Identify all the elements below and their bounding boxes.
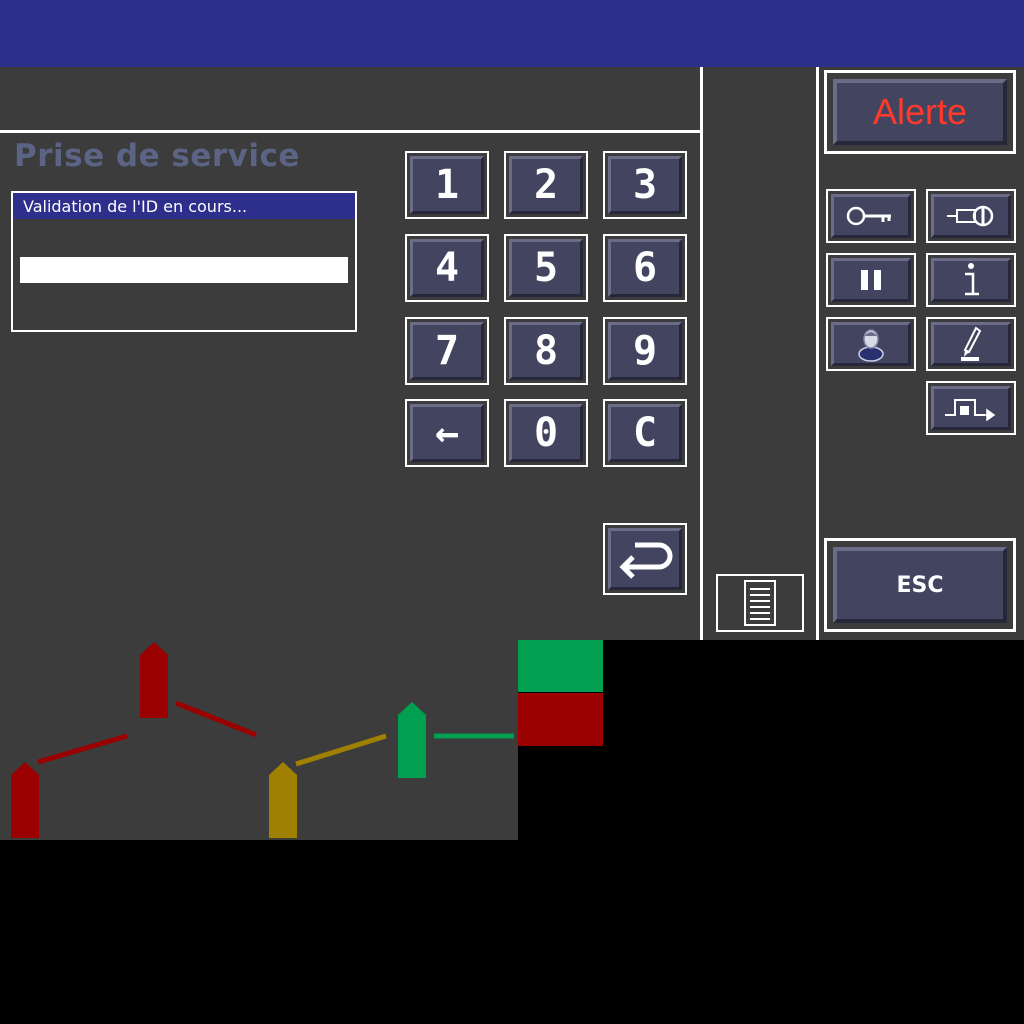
- signal-marker-green: [398, 702, 426, 778]
- operator-button[interactable]: [826, 317, 916, 371]
- info-button[interactable]: [926, 253, 1016, 307]
- alert-label: Alerte: [872, 91, 968, 132]
- esc-label: ESC: [896, 572, 944, 598]
- signal-button[interactable]: [926, 381, 1016, 435]
- signal-pulse-icon: [945, 399, 996, 421]
- arrow-left-icon: ←: [410, 404, 484, 462]
- key-5[interactable]: 5: [504, 234, 588, 302]
- document-icon: [744, 580, 776, 626]
- pen-icon: [961, 326, 982, 361]
- pause-button[interactable]: [826, 253, 916, 307]
- status-block-green: [518, 640, 603, 692]
- return-arrow-icon: [619, 542, 673, 579]
- track-segment-red-1: [37, 733, 128, 765]
- key-icon: [846, 206, 891, 226]
- status-message: Validation de l'ID en cours...: [13, 193, 355, 219]
- info-icon: [965, 263, 979, 296]
- esc-button[interactable]: ESC: [824, 538, 1016, 632]
- edit-button[interactable]: [926, 317, 1016, 371]
- alert-button[interactable]: Alerte: [824, 70, 1016, 154]
- id-input[interactable]: [20, 257, 348, 283]
- panel-divider-right: [816, 67, 819, 640]
- page-title: Prise de service: [14, 138, 300, 174]
- top-bar: [0, 0, 1024, 67]
- key-6[interactable]: 6: [603, 234, 687, 302]
- signal-diagram: [11, 640, 603, 838]
- key-1[interactable]: 1: [405, 151, 489, 219]
- panel-divider-left: [700, 67, 703, 640]
- key-2[interactable]: 2: [504, 151, 588, 219]
- operator-icon: [858, 329, 884, 362]
- key-button[interactable]: [826, 189, 916, 243]
- signal-marker-yellow: [269, 762, 297, 838]
- key-4[interactable]: 4: [405, 234, 489, 302]
- microphone-button[interactable]: [926, 189, 1016, 243]
- microphone-icon: [947, 205, 994, 227]
- key-7[interactable]: 7: [405, 317, 489, 385]
- status-dialog: Validation de l'ID en cours...: [11, 191, 357, 332]
- track-segment-yellow: [295, 733, 387, 767]
- key-8[interactable]: 8: [504, 317, 588, 385]
- signal-marker-red-high: [140, 642, 168, 718]
- backspace-key[interactable]: ←: [405, 399, 489, 467]
- document-button[interactable]: [716, 574, 804, 632]
- status-block-red: [518, 693, 603, 746]
- signal-marker-red-low: [11, 762, 39, 838]
- key-9[interactable]: 9: [603, 317, 687, 385]
- key-0[interactable]: 0: [504, 399, 588, 467]
- header-divider: [0, 130, 700, 133]
- pause-icon: [861, 270, 881, 290]
- key-3[interactable]: 3: [603, 151, 687, 219]
- enter-button[interactable]: [603, 523, 687, 595]
- track-segment-red-2: [175, 700, 257, 738]
- clear-key[interactable]: C: [603, 399, 687, 467]
